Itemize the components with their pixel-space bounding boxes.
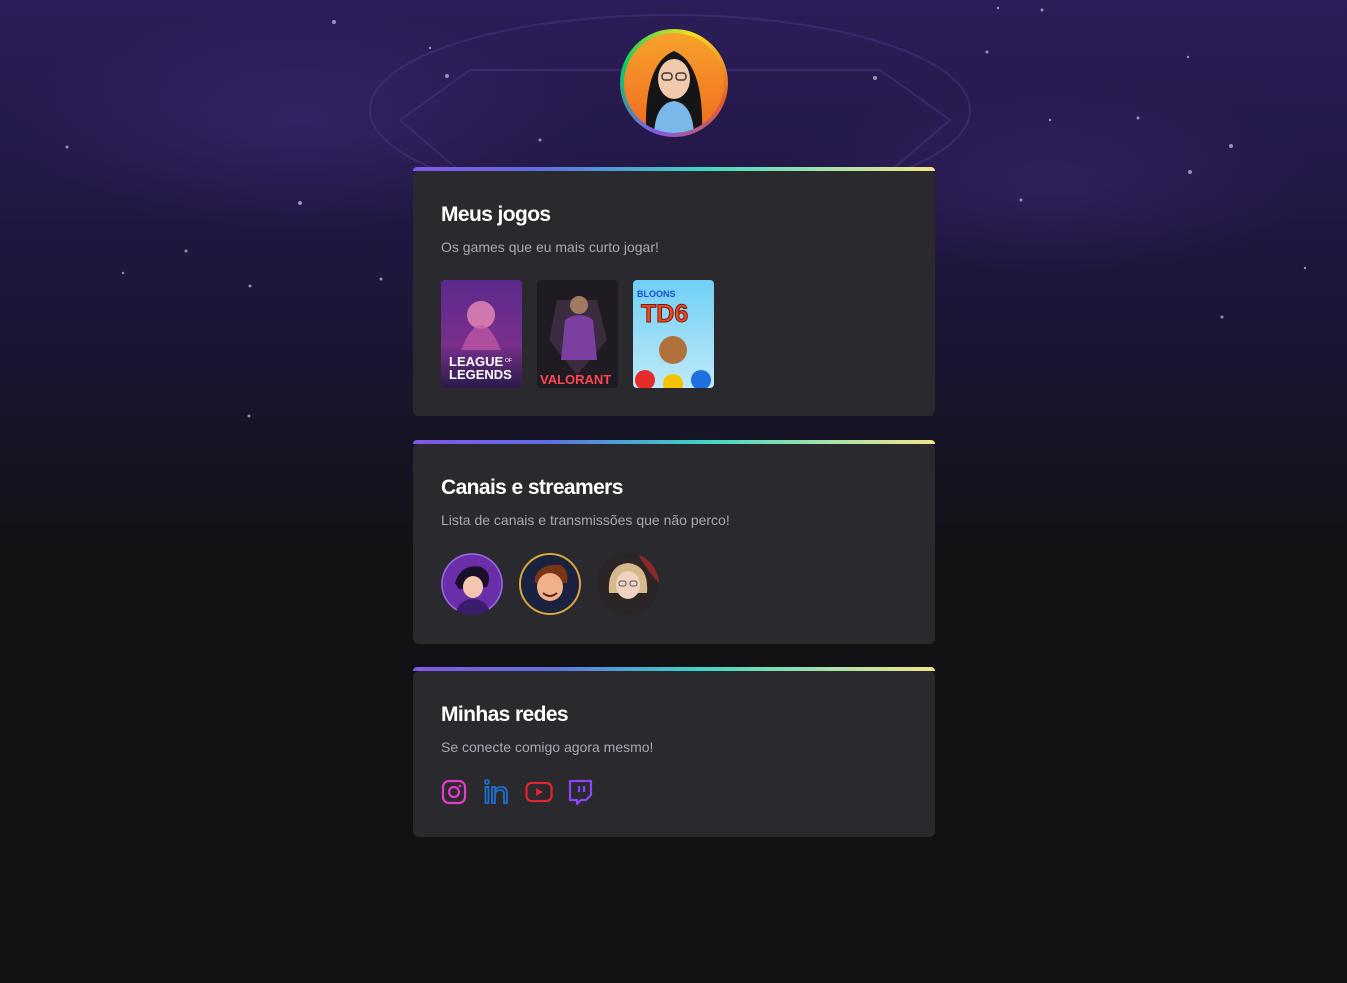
valorant-logo: VALORANT [540,372,611,387]
lol-logo-of: OF [505,358,512,364]
games-title: Meus jogos [441,203,551,226]
profile-photo [624,33,724,133]
streamer-avatar-1[interactable] [441,553,503,615]
instagram-icon[interactable] [441,779,467,805]
streamer-avatar-2[interactable] [519,553,581,615]
games-list: LEAGUE OF LEGENDS VALORANT BLOONS TD6 [441,280,907,388]
streamers-subtitle: Lista de canais e transmissões que não p… [441,512,730,528]
twitch-icon[interactable] [567,779,593,806]
socials-card: Minhas redes Se conecte comigo agora mes… [413,667,935,837]
streamers-card: Canais e streamers Lista de canais e tra… [413,440,935,644]
game-bloons-td6[interactable]: BLOONS TD6 [633,280,714,388]
bloons-logo-line1: BLOONS [637,289,676,299]
socials-subtitle: Se conecte comigo agora mesmo! [441,739,654,755]
profile-avatar [620,29,728,137]
linkedin-icon[interactable] [483,779,509,805]
lol-logo-line2: LEGENDS [449,367,512,382]
streamers-list [441,553,907,615]
socials-title: Minhas redes [441,703,569,726]
games-subtitle: Os games que eu mais curto jogar! [441,239,659,255]
games-card: Meus jogos Os games que eu mais curto jo… [413,167,935,416]
streamers-title: Canais e streamers [441,476,623,499]
streamer-avatar-3[interactable] [597,553,659,615]
socials-list [441,779,907,806]
game-valorant[interactable]: VALORANT [537,280,618,388]
youtube-icon[interactable] [525,779,553,805]
bloons-logo-line2: TD6 [641,300,688,328]
game-league-of-legends[interactable]: LEAGUE OF LEGENDS [441,280,522,388]
